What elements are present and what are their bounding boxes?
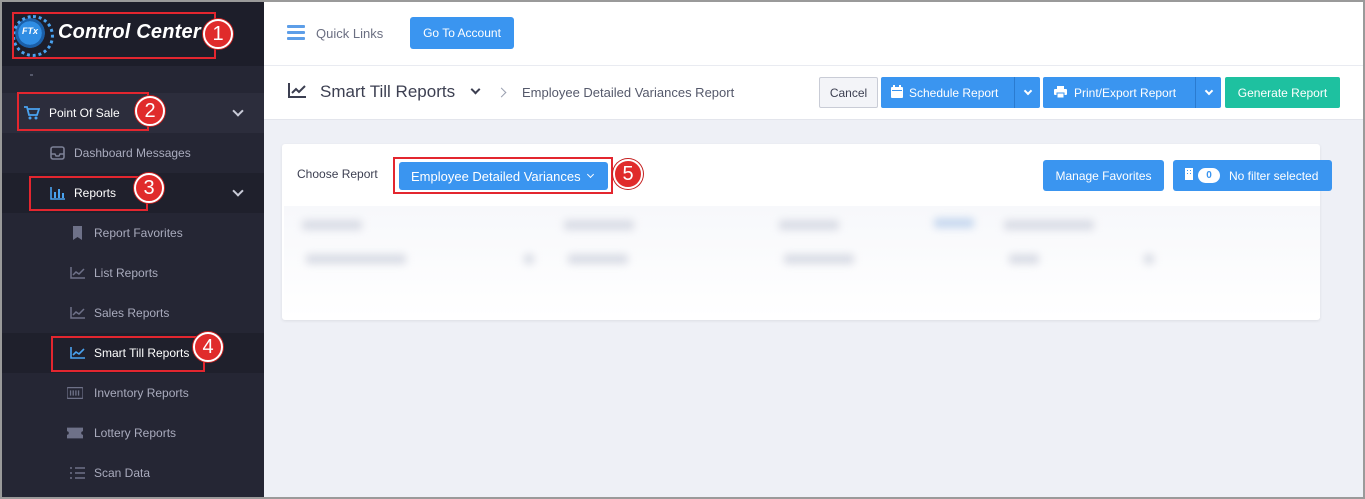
sidebar-item-dashboard-messages[interactable]: Dashboard Messages [2, 133, 264, 173]
menu-icon[interactable] [287, 25, 305, 41]
barcode-icon [67, 385, 83, 401]
callout-badge-5: 5 [613, 159, 643, 189]
chevron-down-icon[interactable] [1014, 77, 1040, 108]
filter-button[interactable]: 0 No filter selected [1173, 160, 1332, 191]
generate-report-button[interactable]: Generate Report [1225, 77, 1340, 108]
choose-report-label: Choose Report [297, 167, 378, 181]
chevron-down-icon [232, 105, 244, 117]
printer-icon [1054, 86, 1067, 101]
sidebar: FTx Control Center Point Of Sale Dashboa… [2, 2, 264, 497]
report-header: Smart Till Reports Employee Detailed Var… [264, 66, 1363, 120]
cancel-button[interactable]: Cancel [819, 77, 878, 108]
chevron-down-icon[interactable] [1195, 77, 1221, 108]
print-export-label: Print/Export Report [1074, 86, 1177, 100]
sidebar-item-report-favorites[interactable]: Report Favorites [2, 213, 264, 253]
filter-count-badge: 0 [1198, 168, 1220, 183]
sidebar-item-label: List Reports [94, 266, 159, 280]
schedule-report-label: Schedule Report [909, 86, 999, 100]
blurred-filter-area [284, 206, 1320, 318]
page-title[interactable]: Smart Till Reports [320, 82, 455, 102]
top-bar: Quick Links Go To Account [264, 2, 1363, 66]
callout-frame-smart-till [51, 336, 205, 372]
chart-line-icon [69, 265, 85, 281]
chart-line-icon [69, 305, 85, 321]
callout-badge-3: 3 [134, 173, 164, 203]
ticket-icon [67, 425, 83, 441]
callout-badge-2: 2 [135, 96, 165, 126]
sidebar-item-label: Report Favorites [94, 226, 183, 240]
callout-frame-point-of-sale [17, 92, 149, 131]
sidebar-item-inventory-reports[interactable]: Inventory Reports [2, 373, 264, 413]
chevron-down-icon [232, 185, 244, 197]
sidebar-item-label: Lottery Reports [94, 426, 177, 440]
inbox-icon [49, 145, 65, 161]
sidebar-item-scan-data[interactable]: Scan Data [2, 453, 264, 493]
filter-status: No filter selected [1229, 168, 1319, 183]
sidebar-item-label: Dashboard Messages [74, 146, 191, 160]
divider-dot [30, 74, 33, 76]
sidebar-item-label: Scan Data [94, 466, 151, 480]
sidebar-item-label: Sales Reports [94, 306, 170, 320]
chart-line-icon [288, 83, 306, 99]
go-to-account-button[interactable]: Go To Account [410, 17, 514, 49]
schedule-report-button[interactable]: Schedule Report [881, 77, 1040, 108]
bookmark-icon [69, 225, 85, 241]
breadcrumb: Employee Detailed Variances Report [522, 85, 735, 100]
sidebar-item-sales-reports[interactable]: Sales Reports [2, 293, 264, 333]
chevron-right-icon [496, 87, 507, 98]
quick-links-link[interactable]: Quick Links [316, 26, 383, 41]
chevron-down-icon[interactable] [470, 84, 481, 95]
list-icon [69, 465, 85, 481]
manage-favorites-button[interactable]: Manage Favorites [1043, 160, 1164, 191]
sidebar-item-label: Inventory Reports [94, 386, 189, 400]
print-export-report-button[interactable]: Print/Export Report [1043, 77, 1221, 108]
callout-badge-1: 1 [203, 19, 233, 49]
calendar-icon [891, 85, 903, 101]
sidebar-item-lottery-reports[interactable]: Lottery Reports [2, 413, 264, 453]
filter-icon [1185, 168, 1193, 183]
callout-badge-4: 4 [193, 332, 223, 362]
callout-frame-brand [12, 12, 216, 59]
callout-frame-report-select [393, 157, 613, 194]
callout-frame-reports [29, 176, 148, 211]
sidebar-item-list-reports[interactable]: List Reports [2, 253, 264, 293]
